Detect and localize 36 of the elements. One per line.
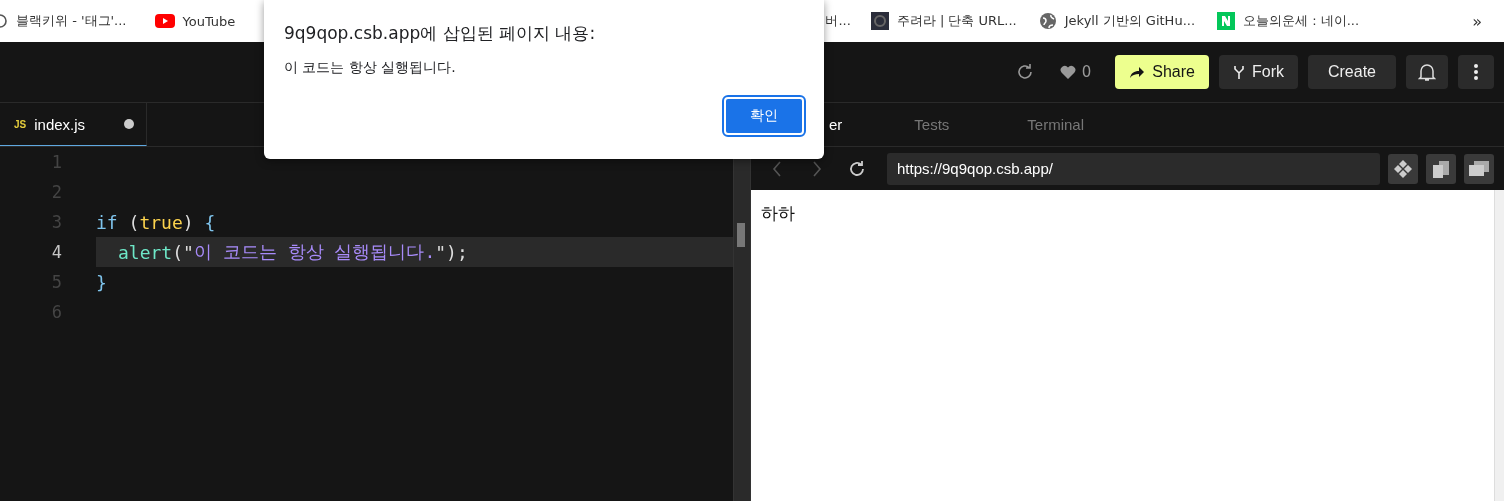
play-icon xyxy=(154,14,175,28)
bookmark[interactable]: 버... xyxy=(825,12,851,30)
code-line: } xyxy=(96,270,108,295)
fork-button[interactable]: Fork xyxy=(1218,55,1298,89)
site-icon xyxy=(1217,12,1236,30)
copy-icon[interactable] xyxy=(1426,153,1456,184)
file-type-label: JS xyxy=(14,118,27,130)
site-icon xyxy=(870,12,889,30)
bookmark[interactable]: YouTube xyxy=(154,13,236,29)
ok-button[interactable]: 확인 xyxy=(724,97,804,135)
share-button[interactable]: Share xyxy=(1115,55,1209,89)
heart-icon[interactable] xyxy=(1059,64,1076,80)
more-menu-icon[interactable] xyxy=(1458,55,1494,89)
grid-icon[interactable] xyxy=(1388,153,1418,184)
url-field[interactable]: https://9q9qop.csb.app/ xyxy=(887,152,1380,185)
dialog-title: 9q9qop.csb.app에 삽입된 페이지 내용: xyxy=(284,22,597,45)
share-arrow-icon xyxy=(1129,65,1146,79)
bookmark[interactable]: 주려라 | 단축 URL... xyxy=(870,12,1017,30)
more-bookmarks-button[interactable]: » xyxy=(1472,11,1482,31)
file-tab[interactable]: JS index.js xyxy=(0,103,147,146)
bookmark[interactable]: Jekyll 기반의 GitHu... xyxy=(1038,12,1196,30)
code-line: if (true) { xyxy=(96,210,217,235)
fork-icon xyxy=(1232,64,1245,80)
page-text: 하하 xyxy=(760,202,796,225)
create-button[interactable]: Create xyxy=(1307,55,1396,89)
panel-tab[interactable]: Terminal xyxy=(991,103,1127,146)
dialog-message: 이 코드는 항상 실행됩니다. xyxy=(284,59,457,77)
like-count: 0 xyxy=(1081,63,1092,81)
panel-tab[interactable]: Tests xyxy=(878,103,992,146)
bell-icon[interactable] xyxy=(1406,55,1448,89)
site-icon xyxy=(0,13,8,29)
globe-icon xyxy=(1038,12,1057,30)
line-number: 4 xyxy=(50,242,62,262)
bookmark[interactable]: 오늘의운세 : 네이... xyxy=(1217,12,1360,30)
windows-icon[interactable] xyxy=(1464,153,1494,184)
bookmark[interactable]: 블랙키위 - '태그'... xyxy=(0,12,127,30)
